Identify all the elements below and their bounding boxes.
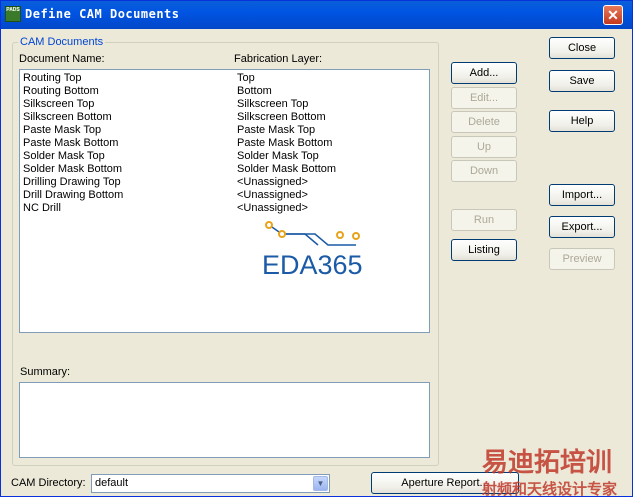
- delete-button[interactable]: Delete: [451, 111, 517, 133]
- run-button[interactable]: Run: [451, 209, 517, 231]
- summary-label: Summary:: [20, 366, 71, 378]
- fabrication-layer-cell[interactable]: <Unassigned>: [237, 202, 308, 215]
- summary-box: [19, 382, 430, 458]
- document-name-cell[interactable]: Routing Bottom: [23, 85, 99, 98]
- document-name-cell[interactable]: Solder Mask Bottom: [23, 163, 122, 176]
- down-button[interactable]: Down: [451, 160, 517, 182]
- document-name-cell[interactable]: Routing Top: [23, 72, 82, 85]
- cam-documents-group-label: CAM Documents: [18, 36, 106, 48]
- edit-button[interactable]: Edit...: [451, 87, 517, 109]
- chevron-down-icon[interactable]: ▼: [313, 476, 328, 491]
- watermark-line2: 射频和天线设计专家: [481, 480, 617, 498]
- fabrication-layer-cell[interactable]: Top: [237, 72, 255, 85]
- cam-directory-value: default: [95, 477, 129, 489]
- document-name-cell[interactable]: NC Drill: [23, 202, 61, 215]
- up-button[interactable]: Up: [451, 136, 517, 158]
- close-button[interactable]: Close: [549, 37, 615, 59]
- fabrication-layer-cell[interactable]: Paste Mask Top: [237, 124, 315, 137]
- document-name-cell[interactable]: Drilling Drawing Top: [23, 176, 121, 189]
- watermark-line1: 易迪拓培训: [482, 448, 612, 478]
- watermark: 易迪拓培训 射频和天线设计专家: [481, 448, 617, 498]
- fabrication-layer-cell[interactable]: <Unassigned>: [237, 189, 308, 202]
- document-name-cell[interactable]: Paste Mask Top: [23, 124, 101, 137]
- cam-documents-list[interactable]: EDA365 Routing Top Top Routing Bottom Botto…: [19, 69, 430, 333]
- export-button[interactable]: Export...: [549, 216, 615, 238]
- document-name-cell[interactable]: Paste Mask Bottom: [23, 137, 118, 150]
- window-title: Define CAM Documents: [25, 7, 180, 21]
- cam-directory-label: CAM Directory:: [11, 477, 86, 489]
- fabrication-layer-cell[interactable]: Silkscreen Top: [237, 98, 308, 111]
- title-bar[interactable]: PADS Define CAM Documents ✕: [1, 1, 632, 29]
- fabrication-layer-cell[interactable]: Paste Mask Bottom: [237, 137, 332, 150]
- help-button[interactable]: Help: [549, 110, 615, 132]
- close-window-button[interactable]: ✕: [603, 5, 623, 25]
- document-name-cell[interactable]: Solder Mask Top: [23, 150, 105, 163]
- fabrication-layer-header: Fabrication Layer:: [234, 53, 323, 65]
- save-button[interactable]: Save: [549, 70, 615, 92]
- fabrication-layer-cell[interactable]: Silkscreen Bottom: [237, 111, 326, 124]
- document-name-header: Document Name:: [19, 53, 105, 65]
- add-button[interactable]: Add...: [451, 62, 517, 84]
- document-name-cell[interactable]: Silkscreen Top: [23, 98, 94, 111]
- preview-button[interactable]: Preview: [549, 248, 615, 270]
- listing-button[interactable]: Listing: [451, 239, 517, 261]
- fabrication-layer-cell[interactable]: Bottom: [237, 85, 272, 98]
- document-name-cell[interactable]: Drill Drawing Bottom: [23, 189, 123, 202]
- define-cam-documents-dialog: PADS Define CAM Documents ✕ CAM Document…: [0, 0, 633, 498]
- fabrication-layer-cell[interactable]: Solder Mask Top: [237, 150, 319, 163]
- pads-app-icon: PADS: [5, 6, 21, 22]
- import-button[interactable]: Import...: [549, 184, 615, 206]
- cam-directory-select[interactable]: default ▼: [91, 474, 330, 493]
- eda365-logo-text: EDA365: [262, 250, 363, 280]
- fabrication-layer-cell[interactable]: Solder Mask Bottom: [237, 163, 336, 176]
- document-name-cell[interactable]: Silkscreen Bottom: [23, 111, 112, 124]
- eda365-logo: EDA365: [262, 221, 363, 280]
- fabrication-layer-cell[interactable]: <Unassigned>: [237, 176, 308, 189]
